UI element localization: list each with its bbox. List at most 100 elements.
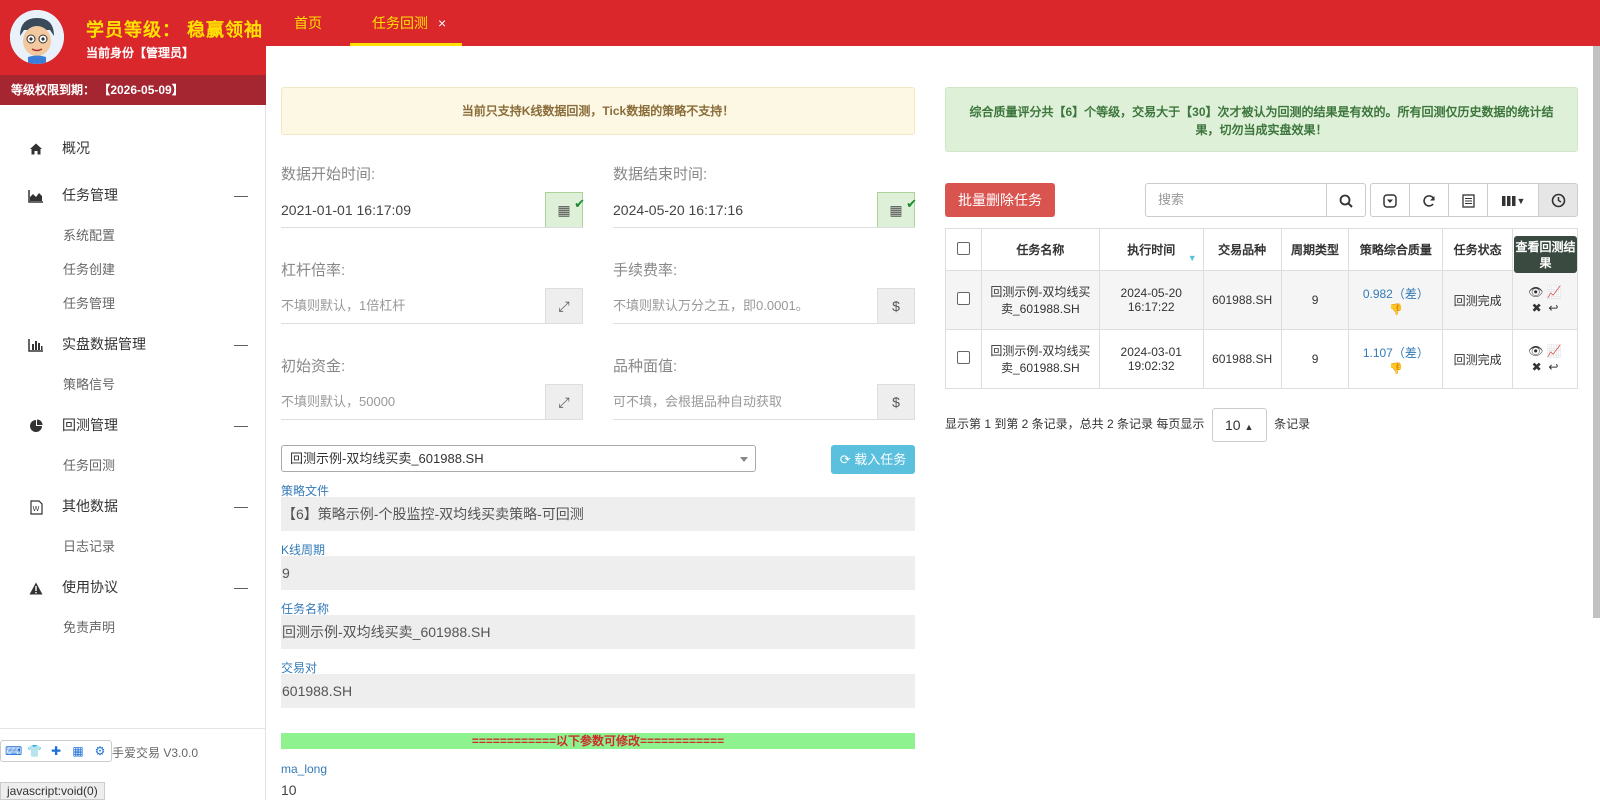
col-period[interactable]: 周期类型	[1280, 228, 1350, 271]
dollar-icon[interactable]: $	[877, 384, 915, 419]
col-symbol[interactable]: 交易品种	[1202, 228, 1282, 271]
cell-period: 9	[1280, 270, 1350, 330]
calendar-icon[interactable]: ▦ ✔	[877, 192, 917, 227]
expand-icon[interactable]: ⤢	[545, 384, 583, 419]
search-input[interactable]: 搜索	[1145, 183, 1326, 217]
menu-overview[interactable]: 概况	[0, 125, 266, 172]
avatar	[10, 10, 64, 64]
cell-status: 回测完成	[1442, 270, 1514, 330]
cell-task-name: 回测示例-双均线买卖_601988.SH	[980, 329, 1100, 389]
submenu-disclaimer[interactable]: 免责声明	[0, 611, 266, 645]
collapse-icon[interactable]: —	[234, 564, 248, 611]
grid-icon[interactable]: ▦	[71, 745, 85, 757]
submenu-task-create[interactable]: 任务创建	[0, 253, 266, 287]
submenu-task-manage[interactable]: 任务管理	[0, 287, 266, 321]
status-url: javascript:void(0)	[0, 782, 105, 800]
calendar-icon[interactable]: ▦ ✔	[545, 192, 585, 227]
history-button[interactable]	[1538, 183, 1578, 217]
menu-backtest[interactable]: 回测管理 —	[0, 402, 266, 449]
batch-delete-button[interactable]: 批量删除任务	[945, 183, 1055, 217]
tab-home[interactable]: 首页	[294, 0, 322, 46]
page-size-value: 10	[1225, 417, 1241, 433]
start-time-label: 数据开始时间:	[281, 166, 376, 183]
face-value-placeholder: 可不填，会根据品种自动获取	[613, 394, 783, 409]
line-chart-icon[interactable]: 📈	[1547, 344, 1562, 358]
reply-icon[interactable]: ↩	[1548, 301, 1558, 315]
notice-warning: 当前只支持K线数据回测，Tick数据的策略不支持！	[281, 87, 915, 135]
search-button[interactable]	[1326, 183, 1366, 217]
shirt-icon[interactable]: 👕	[27, 745, 42, 757]
close-icon[interactable]: ✖	[1532, 301, 1542, 315]
keyboard-icon[interactable]: ⌨	[5, 745, 22, 757]
toggle-pagination-button[interactable]	[1370, 183, 1410, 217]
close-icon[interactable]: ✖	[1532, 360, 1542, 374]
warning-icon	[28, 564, 44, 611]
col-status[interactable]: 任务状态	[1442, 228, 1514, 271]
submenu-log[interactable]: 日志记录	[0, 530, 266, 564]
select-all-checkbox[interactable]	[956, 241, 970, 255]
end-time-field[interactable]: 2024-05-20 16:17:16 ▦ ✔	[613, 192, 917, 228]
thumbs-down-icon: 👎	[1388, 303, 1403, 316]
expand-icon[interactable]: ⤢	[545, 288, 583, 323]
collapse-icon[interactable]: —	[234, 402, 248, 449]
refresh-button[interactable]	[1409, 183, 1449, 217]
submenu-task-backtest[interactable]: 任务回测	[0, 449, 266, 483]
home-icon	[28, 125, 44, 172]
sort-desc-icon[interactable]: ▼	[1188, 253, 1197, 263]
tab-task-backtest[interactable]: 任务回测 ×	[350, 0, 462, 46]
collapse-down-icon	[1383, 193, 1397, 208]
menu-other-data[interactable]: W 其他数据 —	[0, 483, 266, 530]
fee-input[interactable]: 不填则默认万分之五，即0.0001。 $	[613, 288, 915, 324]
load-task-button[interactable]: ⟳ 载入任务	[831, 445, 915, 474]
page-size-select[interactable]: 10 ▲	[1211, 408, 1267, 442]
table-row: 回测示例-双均线买卖_601988.SH 2024-05-20 16:17:22…	[945, 270, 1578, 330]
cell-actions: 👁 📈 ✖ ↩	[1512, 270, 1578, 330]
face-value-input[interactable]: 可不填，会根据品种自动获取 $	[613, 384, 915, 420]
eye-icon[interactable]: 👁	[1528, 285, 1543, 299]
menu-live-data[interactable]: 实盘数据管理 —	[0, 321, 266, 368]
pair-value: 601988.SH	[281, 674, 915, 708]
eye-icon[interactable]: 👁	[1528, 344, 1543, 358]
columns-button[interactable]: ▼	[1487, 183, 1539, 217]
row-checkbox[interactable]	[956, 351, 970, 364]
collapse-icon[interactable]: —	[234, 321, 248, 368]
reply-icon[interactable]: ↩	[1548, 360, 1558, 374]
line-chart-icon[interactable]: 📈	[1547, 285, 1562, 299]
leverage-input[interactable]: 不填则默认，1倍杠杆 ⤢	[281, 288, 583, 324]
cell-task-name: 回测示例-双均线买卖_601988.SH	[980, 270, 1100, 330]
cell-quality: 0.982（差） 👎	[1348, 270, 1444, 330]
submenu-system-config[interactable]: 系统配置	[0, 219, 266, 253]
col-exec-time[interactable]: 执行时间 ▼	[1098, 228, 1204, 271]
quality-link[interactable]: 1.107（差）	[1363, 346, 1429, 360]
pagination-suffix: 条记录	[1274, 417, 1311, 432]
menu-backtest-label: 回测管理	[62, 417, 118, 433]
collapse-icon[interactable]: —	[234, 483, 248, 530]
toggle-view-button[interactable]	[1448, 183, 1488, 217]
gear-icon[interactable]: ⚙	[93, 745, 107, 757]
table-row: 回测示例-双均线买卖_601988.SH 2024-03-01 19:02:32…	[945, 329, 1578, 389]
quality-link[interactable]: 0.982（差）	[1363, 287, 1429, 301]
clock-icon	[1551, 193, 1565, 208]
close-icon[interactable]: ×	[438, 15, 446, 31]
face-value-label: 品种面值:	[613, 358, 678, 375]
menu-task-management[interactable]: 任务管理 —	[0, 172, 266, 219]
task-name-value: 回测示例-双均线买卖_601988.SH	[281, 615, 915, 649]
row-checkbox[interactable]	[956, 292, 970, 305]
dollar-icon[interactable]: $	[877, 288, 915, 323]
gamepad-icon[interactable]: ✚	[49, 745, 63, 757]
end-time-value: 2024-05-20 16:17:16	[613, 202, 743, 218]
task-select[interactable]: 回测示例-双均线买卖_601988.SH	[281, 445, 756, 472]
scrollbar[interactable]	[1593, 46, 1600, 618]
select-all-cell[interactable]	[945, 228, 982, 271]
menu-agreement[interactable]: 使用协议 —	[0, 564, 266, 611]
capital-input[interactable]: 不填则默认，50000 ⤢	[281, 384, 583, 420]
col-quality[interactable]: 策略综合质量	[1348, 228, 1444, 271]
user-panel: 学员等级： 稳赢领袖 当前身份【管理员】	[0, 0, 266, 75]
start-time-field[interactable]: 2021-01-01 16:17:09 ▦ ✔	[281, 192, 585, 228]
submenu-strategy-signal[interactable]: 策略信号	[0, 368, 266, 402]
row-select-cell[interactable]	[945, 270, 982, 330]
collapse-icon[interactable]: —	[234, 172, 248, 219]
row-select-cell[interactable]	[945, 329, 982, 389]
param-ma-long-value[interactable]: 10	[281, 782, 297, 798]
col-task-name[interactable]: 任务名称	[980, 228, 1100, 271]
